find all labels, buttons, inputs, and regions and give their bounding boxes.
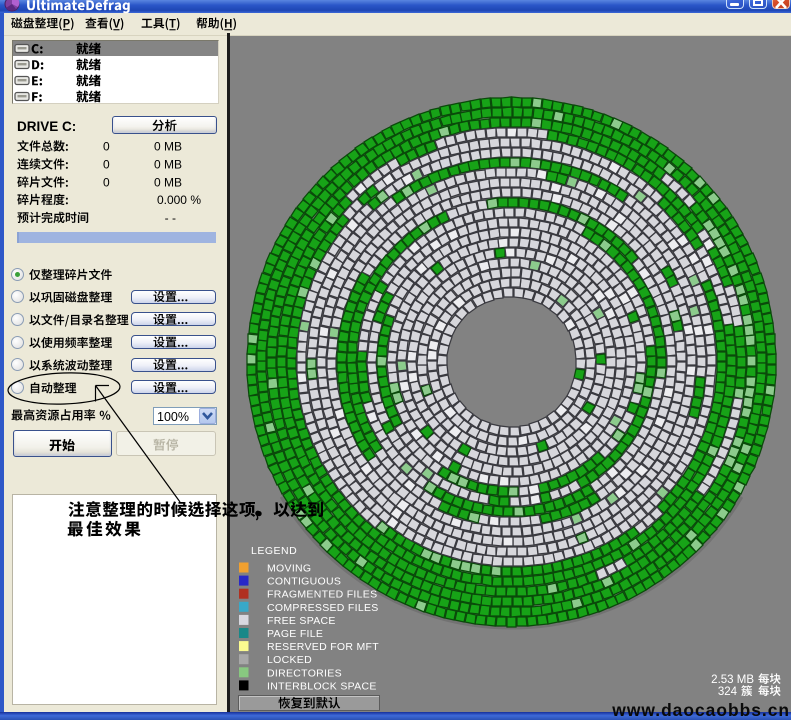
svg-text:MOVING: MOVING: [267, 563, 311, 575]
svg-text:LOCKED: LOCKED: [267, 654, 312, 666]
svg-text:2.53 MB: 2.53 MB: [711, 674, 754, 686]
svg-text:INTERBLOCK SPACE: INTERBLOCK SPACE: [267, 680, 377, 692]
svg-text:0: 0: [103, 158, 110, 172]
svg-text:LEGEND: LEGEND: [251, 545, 297, 557]
svg-text:PAGE FILE: PAGE FILE: [267, 628, 323, 640]
svg-text:324: 324: [718, 686, 738, 698]
svg-text:www.daocaobbs.cn: www.daocaobbs.cn: [611, 700, 790, 720]
svg-text:COMPRESSED FILES: COMPRESSED FILES: [267, 602, 379, 614]
svg-text:0: 0: [103, 140, 110, 154]
svg-text:- -: - -: [165, 211, 176, 225]
svg-text:0.000 %: 0.000 %: [157, 193, 201, 207]
svg-text:FREE SPACE: FREE SPACE: [267, 615, 336, 627]
svg-text:0: 0: [103, 176, 110, 190]
svg-text:FRAGMENTED FILES: FRAGMENTED FILES: [267, 589, 377, 601]
svg-text:0 MB: 0 MB: [154, 140, 182, 154]
svg-text:DRIVE C:: DRIVE C:: [17, 119, 76, 134]
svg-text:RESERVED FOR MFT: RESERVED FOR MFT: [267, 641, 379, 653]
svg-text:100%: 100%: [157, 410, 189, 424]
svg-text:0 MB: 0 MB: [154, 158, 182, 172]
svg-text:0 MB: 0 MB: [154, 176, 182, 190]
svg-text:DIRECTORIES: DIRECTORIES: [267, 667, 342, 679]
svg-text:CONTIGUOUS: CONTIGUOUS: [267, 576, 341, 588]
